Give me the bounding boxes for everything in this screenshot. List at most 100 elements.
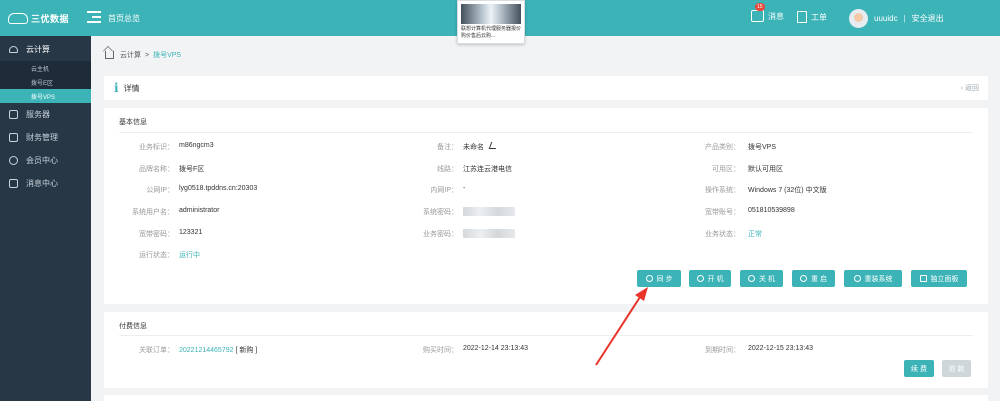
sidebar-sub-dial-vps[interactable]: 拨号VPS: [0, 89, 91, 103]
edit-icon[interactable]: [488, 142, 499, 149]
label-product-type: 产品类别：: [705, 144, 740, 151]
separator: |: [903, 14, 906, 23]
value-broadband-password: 123321: [179, 229, 203, 236]
reinstall-button[interactable]: 重装系统: [844, 270, 902, 287]
blurred-password: [463, 207, 515, 216]
info-row: 品牌名称： 拨号F区 线路： 江苏连云港电信 可用区： 默认可用区: [104, 164, 988, 176]
info-row: 系统用户名： administrator 系统密码： 宽带账号： 051810539…: [104, 207, 988, 219]
sidebar-item-cloud[interactable]: 云计算: [0, 38, 91, 61]
sidebar-item-messages[interactable]: 消息中心: [0, 172, 91, 195]
logo-text: 三优数据: [31, 13, 70, 24]
power-on-button[interactable]: 开 机: [689, 270, 731, 287]
sidebar: 云计算 云主机 拨号E区 拨号VPS 服务器 财务管理 会员中心 消息中心: [0, 36, 91, 401]
label-line: 线路：: [437, 166, 458, 173]
user-area: uuuidc | 安全退出: [849, 9, 944, 28]
value-remark: 未命名: [463, 142, 499, 152]
breadcrumb-current: 拨号VPS: [153, 52, 182, 59]
value-os: Windows 7 (32位) 中文版: [748, 187, 827, 194]
basic-info-panel: 基本信息 业务标识： m86ngcm3 备注： 未命名 产品类别： 拨号VPS 品牌名…: [104, 108, 988, 304]
sidebar-sub-dial-e[interactable]: 拨号E区: [0, 75, 91, 89]
finance-icon: [9, 133, 18, 142]
server-icon: [9, 110, 18, 119]
messages-link[interactable]: 15 消息: [751, 3, 784, 22]
label-business-password: 业务密码：: [423, 231, 458, 238]
label-run-status: 运行状态：: [139, 252, 174, 259]
breadcrumb-separator: >: [145, 51, 150, 59]
sync-button[interactable]: 同 步: [637, 270, 681, 287]
label-buy-time: 购买时间：: [423, 347, 458, 354]
sidebar-item-member[interactable]: 会员中心: [0, 149, 91, 172]
cloud-icon: [9, 46, 18, 53]
label-broadband-account: 宽带账号：: [705, 209, 740, 216]
next-panel-edge: [104, 395, 988, 401]
sidebar-item-label: 财务管理: [26, 133, 58, 142]
payment-info-panel: 付费信息 关联订单： 20221214465792 [ 新购 ] 购买时间： 20…: [104, 312, 988, 388]
value-business-id: m86ngcm3: [179, 142, 214, 149]
message-icon: [9, 179, 18, 188]
value-expire-time: 2022-12-15 23:13:43: [748, 345, 813, 352]
value-business-status: 正常: [748, 231, 762, 238]
home-icon[interactable]: [105, 51, 114, 59]
sidebar-item-label: 云计算: [26, 45, 50, 54]
ad-card[interactable]: 联想计算机代理服务器报价购价售后云购...: [457, 0, 525, 44]
value-product-type: 拨号VPS: [748, 144, 777, 151]
info-row: 宽带密码： 123321 业务密码： 业务状态： 正常: [104, 229, 988, 241]
label-broadband-password: 宽带密码：: [139, 231, 174, 238]
power-icon: [696, 275, 704, 282]
label-business-status: 业务状态：: [705, 231, 740, 238]
sidebar-item-finance[interactable]: 财务管理: [0, 126, 91, 149]
value-buy-time: 2022-12-14 23:13:43: [463, 345, 528, 352]
logout-link[interactable]: 安全退出: [912, 13, 944, 24]
renew-button[interactable]: 续 费: [904, 360, 934, 377]
sidebar-submenu: 云主机 拨号E区 拨号VPS: [0, 61, 91, 103]
label-remark: 备注：: [437, 144, 458, 151]
label-private-ip: 内网IP：: [430, 187, 458, 194]
detail-header: i 详情 ‹ 返回: [104, 76, 988, 100]
label-system-password: 系统密码：: [423, 209, 458, 216]
back-link[interactable]: ‹ 返回: [961, 83, 979, 93]
message-icon: 15: [751, 3, 765, 22]
order-tag: [ 新购 ]: [235, 347, 258, 354]
restart-button[interactable]: 重 启: [792, 270, 835, 287]
divider: [119, 335, 973, 336]
label-zone: 可用区：: [712, 166, 740, 173]
menu-toggle-icon[interactable]: [87, 11, 101, 23]
info-row: 关联订单： 20221214465792 [ 新购 ] 购买时间： 2022-12…: [104, 345, 988, 357]
username[interactable]: uuuidc: [874, 14, 898, 23]
value-system-password: [463, 207, 515, 216]
sidebar-item-server[interactable]: 服务器: [0, 103, 91, 126]
value-line: 江苏连云港电信: [463, 166, 512, 173]
control-panel-button[interactable]: 独立面板: [911, 270, 967, 287]
order-link[interactable]: 20221214465792: [179, 347, 234, 354]
value-public-ip: lyg0518.tpddns.cn:20303: [179, 185, 258, 192]
label-brand: 品牌名称：: [139, 166, 174, 173]
blurred-password: [463, 229, 515, 238]
messages-label: 消息: [768, 11, 784, 21]
value-private-ip: -: [463, 185, 466, 192]
cloud-logo-icon: [8, 12, 28, 24]
refund-button[interactable]: 退 款: [942, 360, 971, 377]
label-os: 操作系统：: [705, 187, 740, 194]
page-title: 详情: [123, 83, 140, 93]
sidebar-item-label: 消息中心: [26, 179, 58, 188]
label-order: 关联订单：: [139, 347, 174, 354]
sidebar-sub-cloud-host[interactable]: 云主机: [0, 61, 91, 75]
power-off-button[interactable]: 关 机: [740, 270, 783, 287]
ticket-link[interactable]: 工单: [797, 11, 827, 23]
breadcrumb: 云计算 > 拨号VPS: [105, 50, 181, 60]
info-row: 业务标识： m86ngcm3 备注： 未命名 产品类别： 拨号VPS: [104, 142, 988, 154]
info-row: 运行状态： 运行中: [104, 250, 988, 262]
breadcrumb-root[interactable]: 云计算: [120, 50, 141, 60]
info-row: 公网IP： lyg0518.tpddns.cn:20303 内网IP： - 操作系统…: [104, 185, 988, 197]
avatar[interactable]: [849, 9, 868, 28]
info-icon: i: [114, 81, 119, 95]
label-system-user: 系统用户名：: [132, 209, 174, 216]
sidebar-item-label: 服务器: [26, 110, 50, 119]
server-room-image: [461, 4, 521, 24]
value-brand: 拨号F区: [179, 166, 205, 173]
home-overview-link[interactable]: 首页总览: [108, 13, 140, 24]
value-zone: 默认可用区: [748, 166, 783, 173]
label-expire-time: 到期时间：: [705, 347, 740, 354]
sidebar-item-label: 会员中心: [26, 156, 58, 165]
logo[interactable]: 三优数据: [8, 11, 84, 25]
